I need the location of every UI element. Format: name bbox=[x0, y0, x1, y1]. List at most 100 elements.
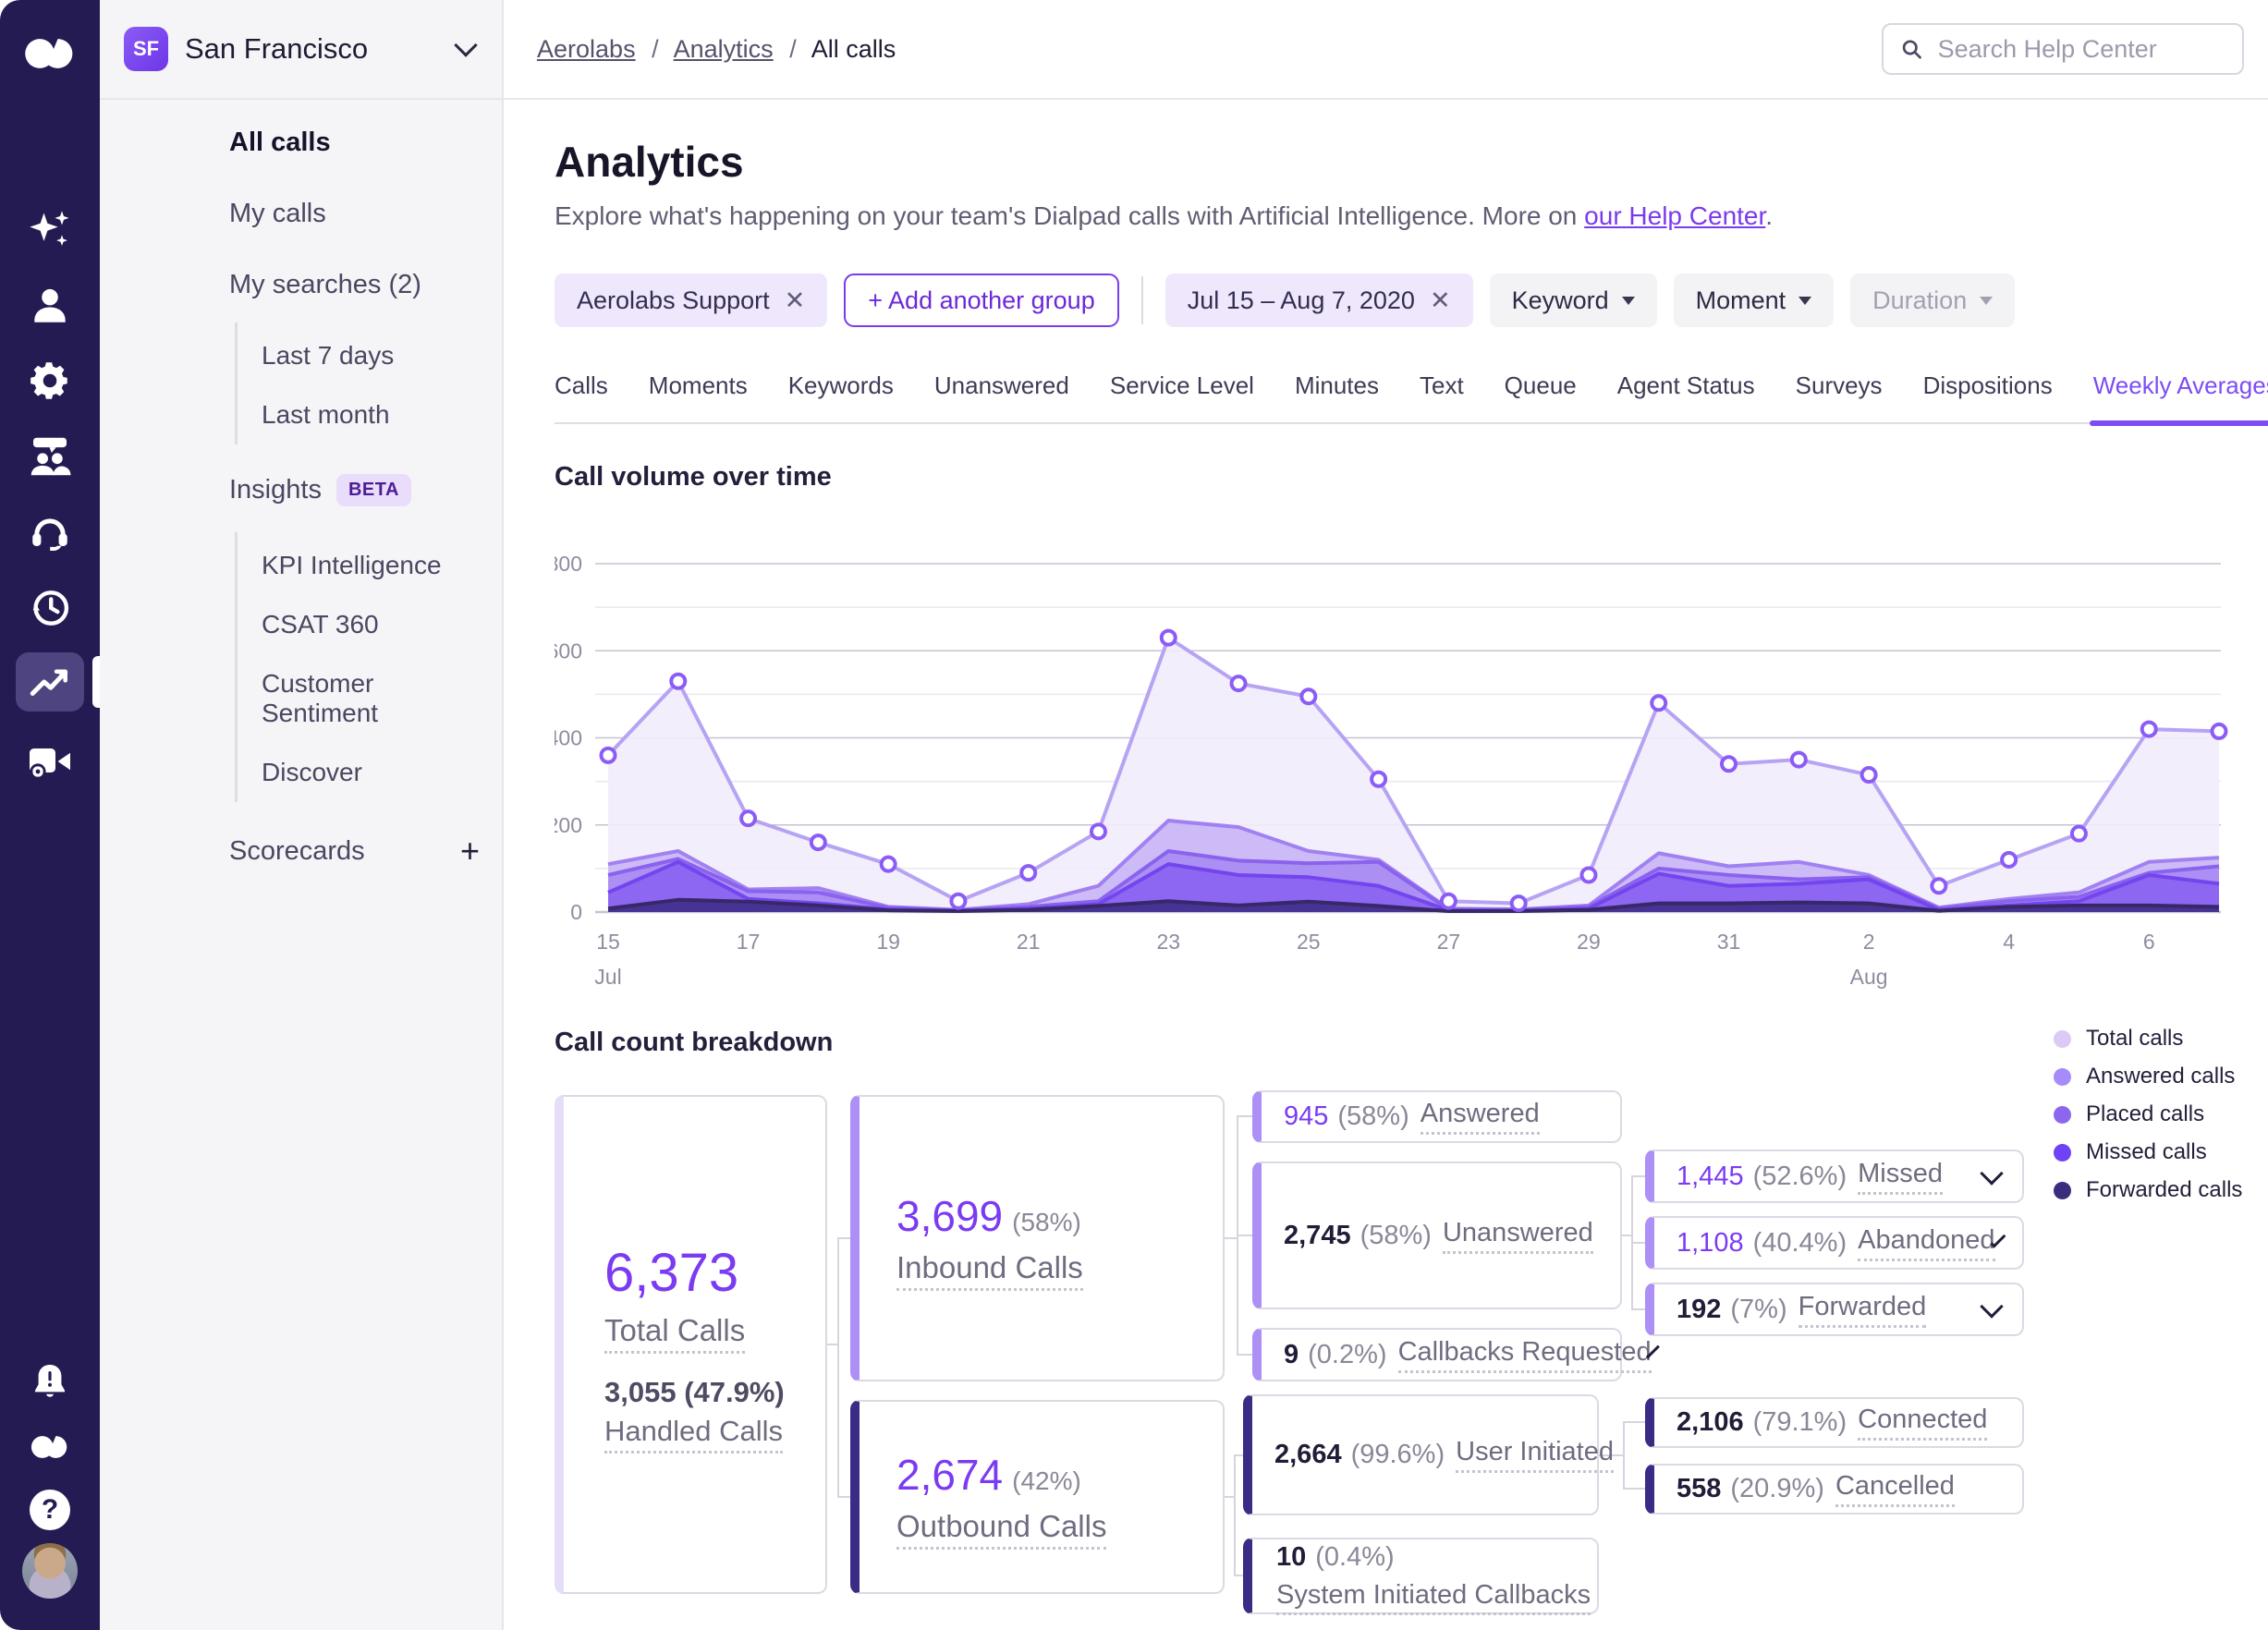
tab-weekly-averages[interactable]: Weekly Averages bbox=[2089, 371, 2268, 426]
handled-calls-label: Handled Calls bbox=[604, 1414, 783, 1454]
page-title: Analytics bbox=[555, 138, 744, 186]
call-count-breakdown: 6,373 Total Calls 3,055 (47.9%) Handled … bbox=[555, 1083, 2227, 1628]
description-text: Explore what's happening on your team's … bbox=[555, 201, 1585, 230]
ai-meetings-icon[interactable] bbox=[0, 736, 100, 787]
sidebar-item-my-searches[interactable]: My searches (2) bbox=[229, 270, 480, 300]
inbound-label: Inbound Calls bbox=[896, 1250, 1083, 1291]
forwarded-card[interactable]: 192 (7%) Forwarded bbox=[1645, 1283, 2024, 1336]
keyword-filter-dropdown[interactable]: Keyword bbox=[1489, 274, 1657, 327]
sidebar-item-scorecards[interactable]: Scorecards + bbox=[229, 832, 480, 870]
beta-badge: BETA bbox=[335, 474, 411, 506]
duration-filter-dropdown[interactable]: Duration bbox=[1850, 274, 2016, 327]
ai-sparkles-icon[interactable] bbox=[0, 205, 100, 257]
tab-text[interactable]: Text bbox=[1420, 371, 1464, 424]
filter-bar: Aerolabs Support ✕ + Add another group J… bbox=[555, 274, 2016, 327]
svg-text:29: 29 bbox=[1577, 930, 1601, 954]
page-description: Explore what's happening on your team's … bbox=[555, 201, 1773, 231]
caret-down-icon bbox=[1799, 296, 1812, 305]
analytics-tabs: Calls Moments Keywords Unanswered Servic… bbox=[555, 371, 2268, 426]
missed-value: 1,445 bbox=[1677, 1161, 1744, 1191]
answered-value: 945 bbox=[1284, 1101, 1329, 1131]
connector-line bbox=[1225, 1237, 1238, 1239]
remove-group-icon[interactable]: ✕ bbox=[785, 286, 806, 315]
sidebar-item-csat-360[interactable]: CSAT 360 bbox=[262, 610, 480, 639]
breadcrumb-aerolabs[interactable]: Aerolabs bbox=[537, 35, 636, 63]
tab-surveys[interactable]: Surveys bbox=[1796, 371, 1883, 424]
callbacks-requested-card[interactable]: 9 (0.2%) Callbacks Requested bbox=[1252, 1328, 1660, 1381]
user-avatar[interactable] bbox=[0, 1541, 100, 1600]
notifications-bell-icon[interactable] bbox=[0, 1356, 100, 1408]
moment-filter-dropdown[interactable]: Moment bbox=[1673, 274, 1835, 327]
group-filter-chip[interactable]: Aerolabs Support ✕ bbox=[555, 274, 828, 327]
tab-agent-status[interactable]: Agent Status bbox=[1617, 371, 1755, 424]
sidebar-item-customer-sentiment[interactable]: Customer Sentiment bbox=[262, 669, 480, 728]
tab-moments[interactable]: Moments bbox=[649, 371, 748, 424]
help-icon[interactable]: ? bbox=[0, 1486, 100, 1534]
user-initiated-value: 2,664 bbox=[1274, 1440, 1342, 1469]
abandoned-card[interactable]: 1,108 (40.4%) Abandoned bbox=[1645, 1216, 2024, 1270]
connector-line bbox=[837, 1237, 839, 1498]
contacts-icon[interactable] bbox=[0, 279, 100, 331]
add-scorecard-button[interactable]: + bbox=[460, 832, 480, 870]
my-searches-group: Last 7 days Last month bbox=[235, 322, 480, 444]
coaching-icon[interactable] bbox=[0, 431, 100, 482]
sidebar-item-last-7-days[interactable]: Last 7 days bbox=[262, 341, 480, 371]
svg-text:200: 200 bbox=[555, 813, 582, 837]
breadcrumb-analytics[interactable]: Analytics bbox=[674, 35, 774, 63]
remove-date-icon[interactable]: ✕ bbox=[1430, 286, 1451, 315]
tab-calls[interactable]: Calls bbox=[555, 371, 608, 424]
tab-service-level[interactable]: Service Level bbox=[1110, 371, 1254, 424]
analytics-icon[interactable] bbox=[0, 660, 100, 704]
sidebar-item-my-calls[interactable]: My calls bbox=[229, 199, 480, 229]
svg-text:Jul: Jul bbox=[594, 965, 621, 989]
tab-dispositions[interactable]: Dispositions bbox=[1923, 371, 2053, 424]
total-calls-label: Total Calls bbox=[604, 1312, 746, 1354]
settings-gear-icon[interactable] bbox=[0, 355, 100, 407]
tab-unanswered[interactable]: Unanswered bbox=[934, 371, 1069, 424]
svg-text:27: 27 bbox=[1437, 930, 1461, 954]
help-search[interactable] bbox=[1882, 23, 2244, 75]
svg-text:400: 400 bbox=[555, 726, 582, 750]
callbacks-label: Callbacks Requested bbox=[1397, 1337, 1652, 1373]
history-icon[interactable] bbox=[0, 582, 100, 634]
tab-minutes[interactable]: Minutes bbox=[1295, 371, 1379, 424]
outbound-calls-card: 2,674 (42%) Outbound Calls bbox=[850, 1400, 1225, 1594]
insights-group: KPI Intelligence CSAT 360 Customer Senti… bbox=[235, 532, 480, 802]
connected-label: Connected bbox=[1858, 1405, 1988, 1441]
description-period: . bbox=[1765, 201, 1774, 230]
svg-text:21: 21 bbox=[1017, 930, 1041, 954]
app-rail: ? bbox=[0, 0, 100, 1630]
help-center-link[interactable]: our Help Center bbox=[1584, 201, 1765, 230]
system-initiated-pct: (0.4%) bbox=[1315, 1541, 1395, 1572]
chevron-down-icon[interactable] bbox=[1980, 1162, 2004, 1186]
svg-text:600: 600 bbox=[555, 639, 582, 663]
forwarded-pct: (7%) bbox=[1730, 1294, 1787, 1324]
missed-card[interactable]: 1,445 (52.6%) Missed bbox=[1645, 1150, 2024, 1203]
dialpad-mark-icon[interactable] bbox=[0, 1423, 100, 1471]
dialpad-logo-icon[interactable] bbox=[0, 26, 100, 81]
breadcrumb-current: All calls bbox=[811, 34, 896, 63]
date-range-chip[interactable]: Jul 15 – Aug 7, 2020 ✕ bbox=[1164, 274, 1473, 327]
breakdown-title: Call count breakdown bbox=[555, 1028, 834, 1057]
workspace-selector[interactable]: SF San Francisco bbox=[100, 0, 502, 100]
search-input[interactable] bbox=[1935, 33, 2225, 65]
sidebar-item-all-calls[interactable]: All calls bbox=[229, 128, 480, 158]
sidebar-item-kpi-intelligence[interactable]: KPI Intelligence bbox=[262, 551, 480, 580]
chart-title: Call volume over time bbox=[555, 462, 832, 492]
sidebar-item-last-month[interactable]: Last month bbox=[262, 400, 480, 430]
tab-keywords[interactable]: Keywords bbox=[788, 371, 894, 424]
outbound-pct: (42%) bbox=[1012, 1466, 1081, 1495]
connector-line bbox=[1234, 1454, 1236, 1575]
sidebar-item-discover[interactable]: Discover bbox=[262, 758, 480, 787]
chevron-down-icon[interactable] bbox=[1980, 1295, 2004, 1319]
breadcrumb-separator: / bbox=[789, 34, 797, 63]
legend-label: Total calls bbox=[2086, 1026, 2184, 1051]
svg-text:23: 23 bbox=[1156, 930, 1180, 954]
support-headset-icon[interactable] bbox=[0, 506, 100, 558]
sidebar-item-insights[interactable]: Insights BETA bbox=[229, 474, 480, 506]
chip-divider bbox=[1140, 276, 1143, 324]
add-group-button[interactable]: + Add another group bbox=[844, 274, 1119, 327]
tab-queue[interactable]: Queue bbox=[1505, 371, 1577, 424]
connected-value: 2,106 bbox=[1677, 1407, 1744, 1437]
total-calls-value: 6,373 bbox=[604, 1242, 739, 1303]
